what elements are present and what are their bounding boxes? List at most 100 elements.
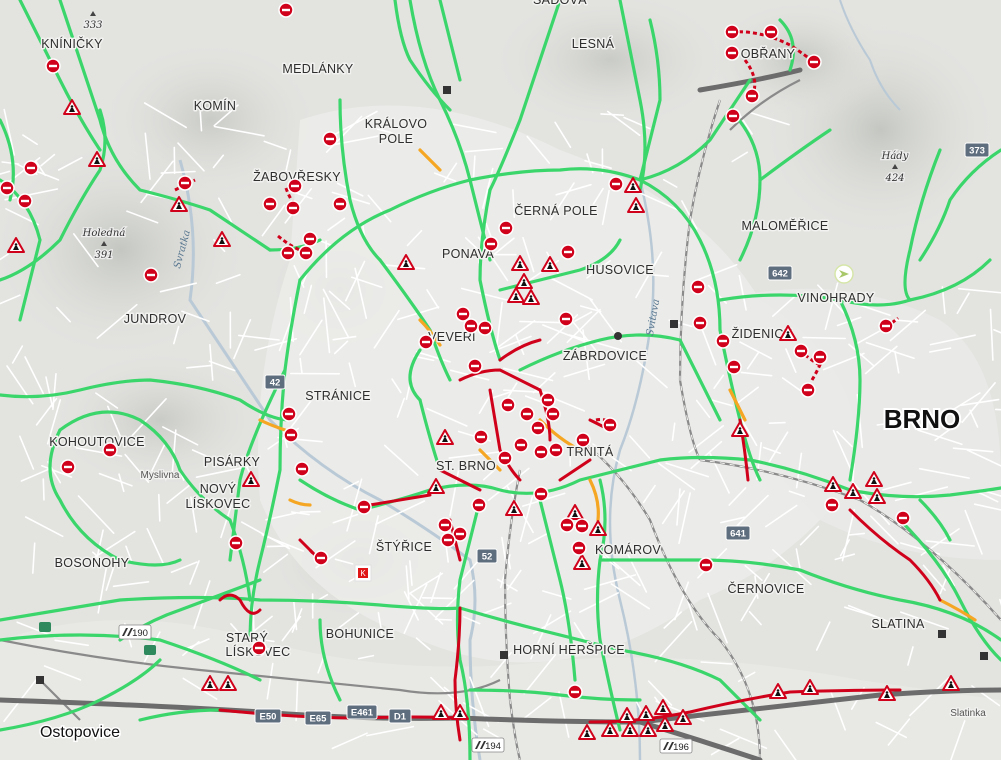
road-closure-icon[interactable] bbox=[540, 392, 556, 408]
road-closure-icon[interactable] bbox=[608, 176, 624, 192]
road-closure-icon[interactable] bbox=[287, 178, 303, 194]
road-closure-icon[interactable] bbox=[806, 54, 822, 70]
road-closure-icon[interactable] bbox=[473, 429, 489, 445]
road-closure-icon[interactable] bbox=[500, 397, 516, 413]
road-closure-icon[interactable] bbox=[567, 684, 583, 700]
district-label-styrice: ŠTÝŘICE bbox=[376, 539, 432, 554]
road-shield-r42: 42 bbox=[264, 374, 286, 390]
road-closure-icon[interactable] bbox=[0, 180, 15, 196]
road-closure-icon[interactable] bbox=[559, 517, 575, 533]
exit-marker-exit194: 194 bbox=[471, 737, 505, 753]
exit-marker-label: 194 bbox=[485, 741, 501, 752]
road-closure-icon[interactable] bbox=[498, 220, 514, 236]
road-closure-icon[interactable] bbox=[177, 175, 193, 191]
road-closure-icon[interactable] bbox=[744, 88, 760, 104]
road-closure-icon[interactable] bbox=[281, 406, 297, 422]
road-closure-icon[interactable] bbox=[692, 315, 708, 331]
road-closure-icon[interactable] bbox=[560, 244, 576, 260]
road-closure-icon[interactable] bbox=[533, 486, 549, 502]
road-shield-label: E461 bbox=[351, 708, 374, 719]
road-closure-icon[interactable] bbox=[724, 45, 740, 61]
road-closure-icon[interactable] bbox=[285, 200, 301, 216]
road-closure-icon[interactable] bbox=[280, 245, 296, 261]
road-shield-d1: D1 bbox=[388, 708, 412, 724]
road-closure-icon[interactable] bbox=[418, 334, 434, 350]
road-closure-icon[interactable] bbox=[302, 231, 318, 247]
gas-station-icon bbox=[39, 622, 51, 632]
road-closure-icon[interactable] bbox=[574, 518, 590, 534]
road-closure-icon[interactable] bbox=[800, 382, 816, 398]
interchange-icon bbox=[500, 651, 508, 659]
road-closure-icon[interactable] bbox=[322, 131, 338, 147]
road-closure-icon[interactable] bbox=[724, 24, 740, 40]
road-closure-icon[interactable] bbox=[575, 432, 591, 448]
road-closure-icon[interactable] bbox=[725, 108, 741, 124]
road-closure-icon[interactable] bbox=[17, 193, 33, 209]
road-closure-icon[interactable] bbox=[102, 442, 118, 458]
road-closure-icon[interactable] bbox=[690, 279, 706, 295]
road-closure-icon[interactable] bbox=[45, 58, 61, 74]
road-closure-icon[interactable] bbox=[497, 450, 513, 466]
road-closure-icon[interactable] bbox=[763, 24, 779, 40]
road-closure-icon[interactable] bbox=[467, 358, 483, 374]
road-closure-icon[interactable] bbox=[558, 311, 574, 327]
road-closure-icon[interactable] bbox=[437, 517, 453, 533]
district-label-obrany: OBŘANY bbox=[741, 46, 796, 61]
minor-street bbox=[421, 596, 453, 600]
map-canvas[interactable]: KNÍNIČKY SADOVÁ LESNÁ OBŘANY MEDLÁNKY KOMÍN KR… bbox=[0, 0, 1001, 760]
district-label-pisarky: PISÁRKY bbox=[204, 454, 261, 469]
road-shield-label: 52 bbox=[482, 552, 493, 563]
exit-marker-exit196: 196 bbox=[659, 738, 693, 754]
district-label-komarov: KOMÁROV bbox=[595, 542, 661, 557]
road-closure-icon[interactable] bbox=[548, 442, 564, 458]
road-closure-icon[interactable] bbox=[294, 461, 310, 477]
road-closure-icon[interactable] bbox=[533, 444, 549, 460]
road-closure-icon[interactable] bbox=[463, 318, 479, 334]
road-closure-icon[interactable] bbox=[878, 318, 894, 334]
road-closure-icon[interactable] bbox=[313, 550, 329, 566]
road-closure-icon[interactable] bbox=[545, 406, 561, 422]
road-closure-icon[interactable] bbox=[895, 510, 911, 526]
road-closure-icon[interactable] bbox=[251, 640, 267, 656]
peak-label-holedna-name: Holedná bbox=[82, 228, 126, 239]
road-closure-icon[interactable] bbox=[812, 349, 828, 365]
road-closure-icon[interactable] bbox=[298, 245, 314, 261]
district-label-novy-liskovec-1: NOVÝ bbox=[200, 481, 237, 496]
road-closure-icon[interactable] bbox=[824, 497, 840, 513]
road-closure-icon[interactable] bbox=[571, 540, 587, 556]
road-closure-icon[interactable] bbox=[477, 320, 493, 336]
road-closure-icon[interactable] bbox=[530, 420, 546, 436]
road-shield-label: 42 bbox=[270, 378, 281, 389]
road-closure-icon[interactable] bbox=[356, 499, 372, 515]
peak-label-hady-name: Hády bbox=[881, 151, 909, 162]
district-label-kohoutovice: KOHOUTOVICE bbox=[49, 435, 144, 449]
road-shield-label: E65 bbox=[310, 714, 328, 725]
road-closure-icon[interactable] bbox=[23, 160, 39, 176]
road-closure-icon[interactable] bbox=[471, 497, 487, 513]
peak-label-holedna-elev: 391 bbox=[94, 250, 113, 261]
district-label-bohunice: BOHUNICE bbox=[326, 627, 394, 641]
district-label-cernovice: ČERNOVICE bbox=[727, 581, 804, 596]
road-closure-icon[interactable] bbox=[440, 532, 456, 548]
road-closure-icon[interactable] bbox=[793, 343, 809, 359]
city-label: BRNO bbox=[884, 404, 961, 434]
road-closure-icon[interactable] bbox=[483, 236, 499, 252]
road-closure-icon[interactable] bbox=[715, 333, 731, 349]
road-closure-icon[interactable] bbox=[60, 459, 76, 475]
road-closure-icon[interactable] bbox=[513, 437, 529, 453]
road-closure-icon[interactable] bbox=[283, 427, 299, 443]
road-closure-icon[interactable] bbox=[143, 267, 159, 283]
map-svg[interactable]: KNÍNIČKY SADOVÁ LESNÁ OBŘANY MEDLÁNKY KOMÍN KR… bbox=[0, 0, 1001, 760]
road-closure-icon[interactable] bbox=[519, 406, 535, 422]
road-closure-icon[interactable] bbox=[602, 417, 618, 433]
road-closure-icon[interactable] bbox=[726, 359, 742, 375]
road-closure-icon[interactable] bbox=[698, 557, 714, 573]
road-closure-icon[interactable] bbox=[332, 196, 348, 212]
peak-label-hady-elev: 424 bbox=[884, 173, 904, 184]
district-label-horni-herspice: HORNÍ HERŠPICE bbox=[513, 642, 625, 657]
district-label-malomerice: MALOMĚŘICE bbox=[741, 218, 828, 233]
road-closure-icon[interactable] bbox=[228, 535, 244, 551]
road-closure-icon[interactable] bbox=[278, 2, 294, 18]
road-closure-icon[interactable] bbox=[262, 196, 278, 212]
district-label-slatina: SLATINA bbox=[871, 617, 925, 631]
